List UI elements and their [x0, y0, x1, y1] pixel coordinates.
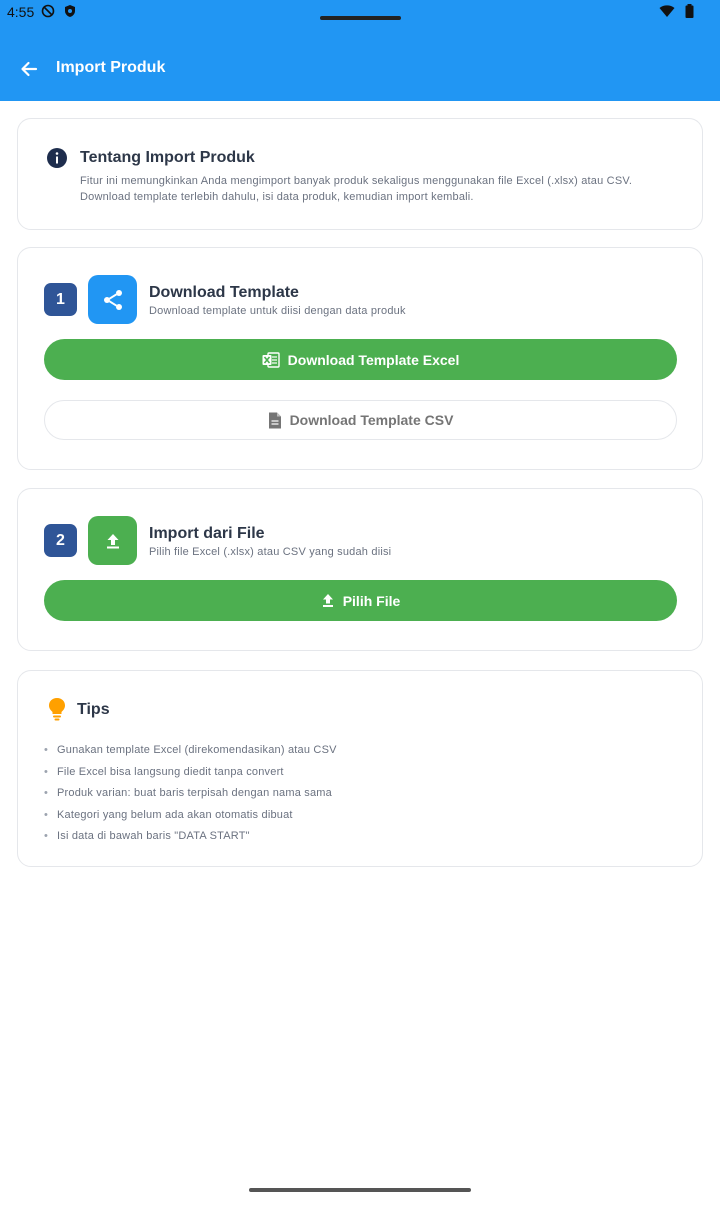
- home-indicator[interactable]: [249, 1188, 471, 1192]
- shield-icon: [65, 5, 75, 17]
- about-title: Tentang Import Produk: [80, 149, 255, 166]
- import-title: Import dari File: [149, 525, 265, 542]
- arrow-back-icon: [21, 61, 38, 77]
- wifi-icon: [659, 4, 675, 17]
- import-subtitle: Pilih file Excel (.xlsx) atau CSV yang s…: [149, 546, 392, 558]
- battery-icon: [685, 4, 694, 18]
- step-badge-2: 2: [44, 524, 77, 557]
- tips-title: Tips: [77, 701, 110, 718]
- tip-item: • Kategori yang belum ada akan otomatis d…: [44, 808, 293, 821]
- status-time: 4:55: [7, 4, 35, 20]
- share-icon-tile: [88, 275, 137, 324]
- tips-list: • Gunakan template Excel (direkomendasika…: [44, 740, 337, 848]
- tip-item: • Gunakan template Excel (direkomendasika…: [44, 744, 337, 756]
- upload-icon: [106, 533, 119, 548]
- tip-item: • Produk varian: buat baris terpisah deng…: [44, 787, 332, 799]
- excel-icon: [262, 351, 280, 368]
- page-title: Import Produk: [56, 59, 166, 76]
- about-card: Tentang Import Produk Fitur ini memungki…: [17, 118, 703, 230]
- download-subtitle: Download template untuk diisi dengan dat…: [149, 305, 406, 317]
- download-csv-label: Download Template CSV: [289, 412, 454, 428]
- share-icon: [103, 289, 122, 310]
- download-title: Download Template: [149, 284, 299, 301]
- download-template-card: 1 Download Template Download template un…: [17, 247, 703, 470]
- tip-item: • Isi data di bawah baris "DATA START": [44, 830, 250, 842]
- step-badge-1: 1: [44, 283, 77, 316]
- upload-icon: [322, 594, 333, 607]
- import-file-card: 2 Import dari File Pilih file Excel (.xl…: [17, 488, 703, 651]
- upload-icon-tile: [88, 516, 137, 565]
- about-description: Fitur ini memungkinkan Anda mengimport b…: [80, 175, 633, 203]
- camera-notch: [320, 16, 401, 20]
- back-button[interactable]: [14, 54, 44, 84]
- file-icon: [268, 412, 281, 428]
- do-not-disturb-icon: [41, 4, 55, 18]
- download-csv-button[interactable]: Download Template CSV: [44, 400, 677, 440]
- app-bar: 4:55 Import Produk: [0, 0, 720, 101]
- lightbulb-icon: [49, 698, 65, 721]
- tips-card: Tips • Gunakan template Excel (direkomend…: [17, 670, 703, 867]
- info-icon: [47, 148, 67, 168]
- download-excel-label: Download Template Excel: [287, 351, 460, 368]
- choose-file-label: Pilih File: [342, 592, 401, 609]
- choose-file-button[interactable]: Pilih File: [44, 580, 677, 621]
- status-bar: 4:55: [0, 0, 720, 28]
- download-excel-button[interactable]: Download Template Excel: [44, 339, 677, 380]
- tip-item: • File Excel bisa langsung diedit tanpa c…: [44, 765, 284, 778]
